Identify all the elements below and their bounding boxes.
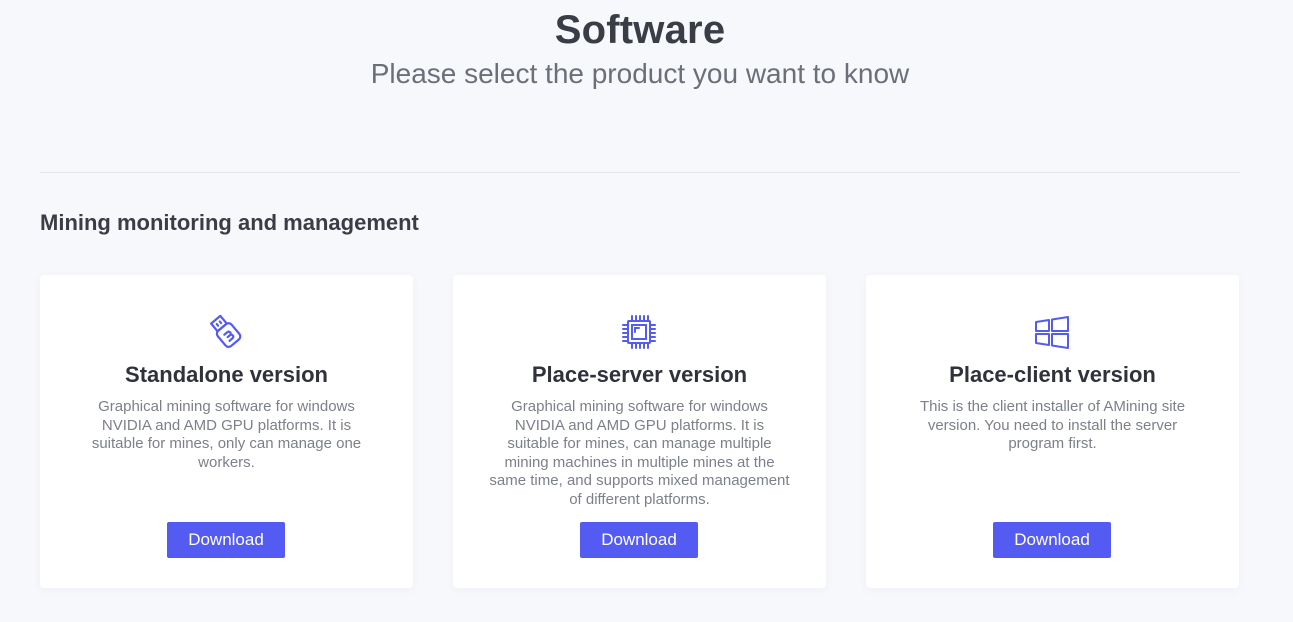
download-button-place-server[interactable]: Download bbox=[580, 522, 698, 558]
windows-logo-icon bbox=[1032, 312, 1072, 352]
download-button-standalone[interactable]: Download bbox=[167, 522, 285, 558]
product-card-place-server: Place-server version Graphical mining so… bbox=[453, 275, 826, 588]
page-title: Software bbox=[554, 8, 726, 52]
card-description: Graphical mining software for windows NV… bbox=[489, 398, 790, 508]
card-title: Standalone version bbox=[125, 362, 328, 387]
cpu-chip-icon bbox=[619, 312, 659, 352]
card-description: This is the client installer of AMining … bbox=[919, 398, 1186, 452]
section-title: Mining monitoring and management bbox=[40, 210, 419, 235]
divider bbox=[40, 172, 1240, 173]
card-title: Place-client version bbox=[949, 362, 1156, 387]
download-button-place-client[interactable]: Download bbox=[993, 522, 1111, 558]
usb-drive-icon bbox=[206, 312, 246, 352]
product-card-place-client: Place-client version This is the client … bbox=[866, 275, 1239, 588]
product-card-standalone: Standalone version Graphical mining soft… bbox=[40, 275, 413, 588]
page-subtitle: Please select the product you want to kn… bbox=[370, 58, 910, 89]
product-cards: Standalone version Graphical mining soft… bbox=[40, 275, 1240, 588]
card-description: Graphical mining software for windows NV… bbox=[91, 398, 362, 471]
card-title: Place-server version bbox=[531, 362, 748, 387]
